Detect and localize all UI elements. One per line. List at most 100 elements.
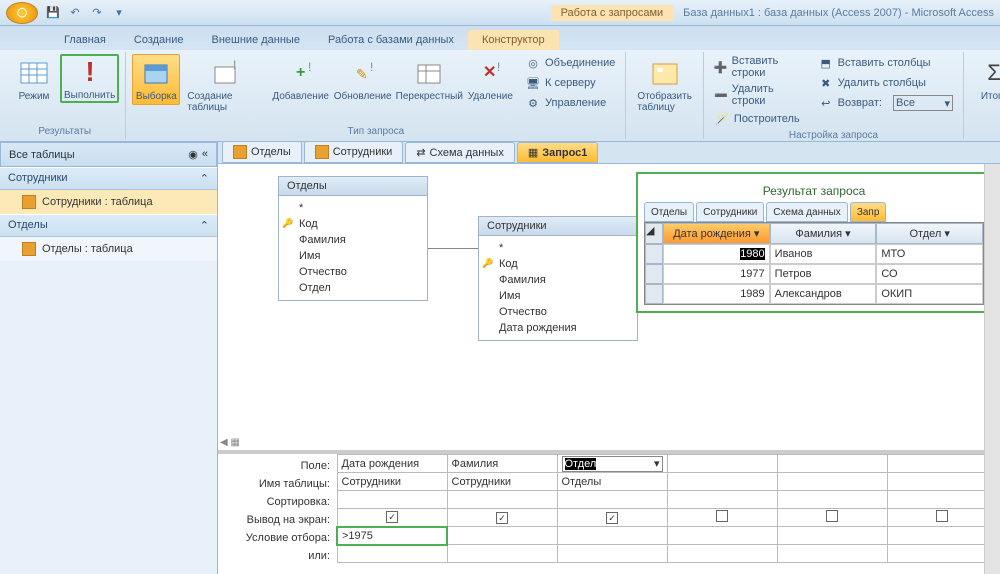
view-button[interactable]: Режим [10, 54, 58, 105]
redo-icon[interactable]: ↷ [88, 4, 106, 22]
dropdown-icon[interactable]: ▾ [945, 97, 951, 110]
checkbox-icon[interactable] [826, 510, 838, 522]
cell[interactable]: 1980 [663, 244, 770, 264]
qcell-empty[interactable] [887, 527, 997, 545]
run-button[interactable]: ! Выполнить [60, 54, 119, 103]
field-kod[interactable]: Код [279, 216, 427, 232]
qcell-empty[interactable] [667, 545, 777, 563]
qcell-empty[interactable] [777, 473, 887, 491]
tab-external[interactable]: Внешние данные [198, 30, 314, 50]
ddl-button[interactable]: ⚙Управление [521, 94, 619, 112]
tab-create[interactable]: Создание [120, 30, 198, 50]
union-button[interactable]: ◎Объединение [521, 54, 619, 72]
qcell-field-active[interactable]: Отдел▾ [557, 455, 667, 473]
office-button[interactable]: ◯ [6, 2, 38, 24]
qcell-criteria[interactable] [557, 527, 667, 545]
qcell-table[interactable]: Сотрудники [337, 473, 447, 491]
insert-rows-button[interactable]: ➕Вставить строки [710, 54, 804, 80]
qcell-show[interactable]: ✓ [337, 509, 447, 527]
row-selector[interactable] [645, 284, 663, 304]
nav-item-employees-table[interactable]: Сотрудники : таблица [0, 190, 217, 214]
qcell-empty[interactable] [777, 455, 887, 473]
doc-tab-schema[interactable]: ⇄Схема данных [405, 142, 515, 163]
qcell-or[interactable] [337, 545, 447, 563]
qcell-or[interactable] [557, 545, 667, 563]
return-setting[interactable]: ↩Возврат: Все▾ [814, 94, 957, 112]
result-row[interactable]: 1980 Иванов МТО [645, 244, 983, 264]
qcell-show[interactable] [667, 509, 777, 527]
qcell-empty[interactable] [887, 491, 997, 509]
tab-home[interactable]: Главная [50, 30, 120, 50]
result-row[interactable]: 1989 Александров ОКИП [645, 284, 983, 304]
update-button[interactable]: ✎! Обновление [332, 54, 392, 105]
qcell-or[interactable] [447, 545, 557, 563]
insert-cols-button[interactable]: ⬒Вставить столбцы [814, 54, 957, 72]
field-otchestvo[interactable]: Отчество [479, 304, 637, 320]
qcell-criteria[interactable]: >1975 [337, 527, 447, 545]
crosstab-button[interactable]: Перекрестный [395, 54, 464, 105]
qcell-empty[interactable] [667, 527, 777, 545]
tab-designer[interactable]: Конструктор [468, 30, 559, 50]
qcell-empty[interactable] [887, 455, 997, 473]
qcell-sort[interactable] [557, 491, 667, 509]
cell[interactable]: Александров [770, 284, 877, 304]
field-kod[interactable]: Код [479, 256, 637, 272]
delete-cols-button[interactable]: ✖Удалить столбцы [814, 74, 957, 92]
field-star[interactable]: * [279, 200, 427, 216]
result-tab-2[interactable]: Сотрудники [696, 202, 764, 222]
nav-item-departments-table[interactable]: Отделы : таблица [0, 237, 217, 261]
field-star[interactable]: * [479, 240, 637, 256]
cell[interactable]: СО [876, 264, 983, 284]
checkbox-icon[interactable] [716, 510, 728, 522]
qat-dropdown-icon[interactable]: ▾ [110, 4, 128, 22]
query-design-area[interactable]: Отделы * Код Фамилия Имя Отчество Отдел … [218, 164, 1000, 454]
checkbox-icon[interactable]: ✓ [606, 512, 618, 524]
cell[interactable]: Иванов [770, 244, 877, 264]
qcell-show[interactable]: ✓ [557, 509, 667, 527]
delete-rows-button[interactable]: ➖Удалить строки [710, 82, 804, 108]
qcell-empty[interactable] [777, 491, 887, 509]
cell[interactable]: ОКИП [876, 284, 983, 304]
field-otchestvo[interactable]: Отчество [279, 264, 427, 280]
maketable-button[interactable]: ! Создание таблицы [182, 54, 269, 116]
select-query-button[interactable]: Выборка [132, 54, 180, 105]
qcell-sort[interactable] [447, 491, 557, 509]
qcell-field[interactable]: Дата рождения [337, 455, 447, 473]
table-box-departments[interactable]: Отделы * Код Фамилия Имя Отчество Отдел [278, 176, 428, 301]
doc-tab-departments[interactable]: Отделы [222, 141, 302, 163]
qcell-field[interactable]: Фамилия [447, 455, 557, 473]
qcell-empty[interactable] [667, 455, 777, 473]
qcell-sort[interactable] [337, 491, 447, 509]
table-box-employees[interactable]: Сотрудники * Код Фамилия Имя Отчество Да… [478, 216, 638, 341]
qcell-empty[interactable] [887, 473, 997, 491]
showtable-button[interactable]: Отобразить таблицу [632, 54, 697, 116]
col-header-dept[interactable]: Отдел ▾ [876, 223, 983, 244]
checkbox-icon[interactable]: ✓ [496, 512, 508, 524]
append-button[interactable]: +! Добавление [271, 54, 331, 105]
cell[interactable]: МТО [876, 244, 983, 264]
totals-button[interactable]: Σ Итоги [970, 54, 1000, 105]
row-selector[interactable] [645, 264, 663, 284]
qcell-table[interactable]: Отделы [557, 473, 667, 491]
save-icon[interactable]: 💾 [44, 4, 62, 22]
nav-dropdown-icon[interactable]: ◉ [188, 148, 198, 161]
field-imya[interactable]: Имя [279, 248, 427, 264]
nav-group-employees[interactable]: Сотрудники⌃ [0, 167, 217, 190]
tab-dbtools[interactable]: Работа с базами данных [314, 30, 468, 50]
cell[interactable]: 1989 [663, 284, 770, 304]
scroll-indicator[interactable]: ◀ ▦ [220, 437, 240, 448]
qcell-show[interactable] [887, 509, 997, 527]
builder-button[interactable]: 🪄Построитель [710, 110, 804, 128]
field-familiya[interactable]: Фамилия [479, 272, 637, 288]
result-tab-4[interactable]: Запр [850, 202, 887, 222]
qcell-show[interactable] [777, 509, 887, 527]
cell[interactable]: 1977 [663, 264, 770, 284]
field-familiya[interactable]: Фамилия [279, 232, 427, 248]
doc-tab-employees[interactable]: Сотрудники [304, 141, 404, 163]
passthrough-button[interactable]: 🖥К серверу [521, 74, 619, 92]
qcell-criteria[interactable] [447, 527, 557, 545]
qcell-empty[interactable] [667, 491, 777, 509]
vertical-scrollbar[interactable] [984, 164, 1000, 574]
field-otdel[interactable]: Отдел [279, 280, 427, 296]
qcell-empty[interactable] [777, 527, 887, 545]
